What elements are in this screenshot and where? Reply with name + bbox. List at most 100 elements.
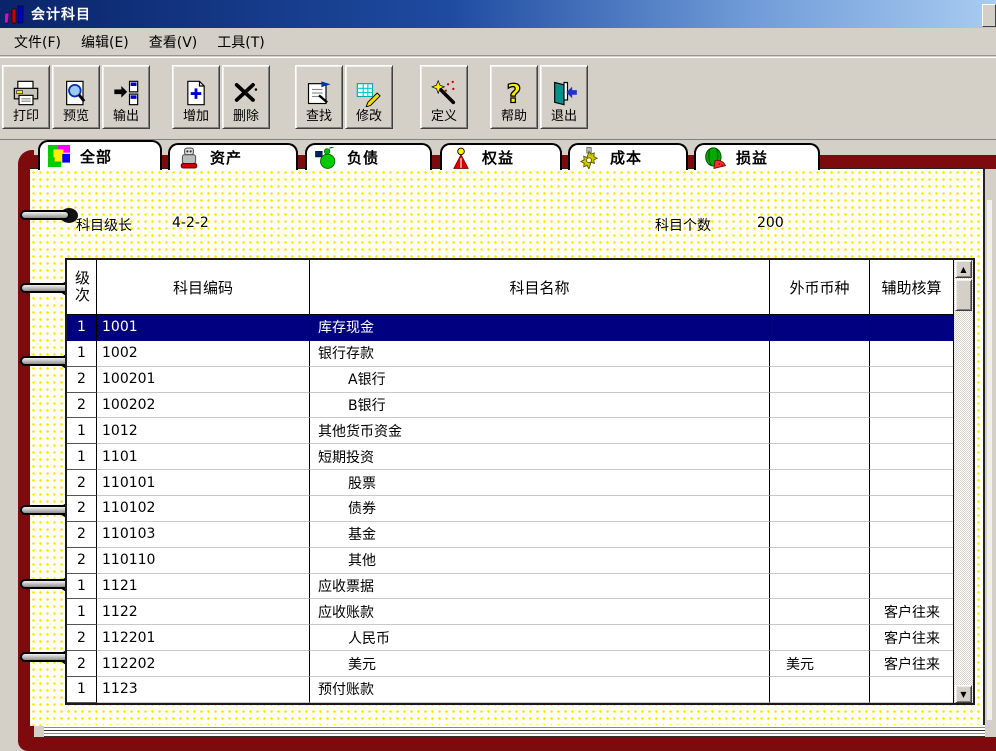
table-cell: 美元: [770, 651, 870, 678]
table-row[interactable]: 2 100202 B银行: [67, 392, 953, 419]
export-icon: [114, 81, 139, 106]
add-label: 增加: [182, 109, 209, 125]
table-cell: 应收账款: [310, 599, 770, 626]
title-bar: 会计科目: [0, 0, 996, 28]
table-row[interactable]: 2 112202 美元 美元 客户往来: [67, 651, 953, 678]
window-system-button-partial[interactable]: [982, 4, 996, 27]
table-row[interactable]: 2 112201 人民币 客户往来: [67, 625, 953, 652]
tab-liabilities[interactable]: 负债: [305, 143, 432, 170]
notebook-page-stack: [44, 725, 985, 737]
table-cell: 应收票据: [310, 573, 770, 600]
menu-view[interactable]: 查看(V): [139, 29, 208, 55]
table-row[interactable]: 1 1123 预付账款: [67, 677, 953, 703]
table-cell: [870, 574, 953, 600]
table-cell: 1121: [97, 573, 310, 600]
table-row[interactable]: 1 1121 应收票据: [67, 573, 953, 600]
table-cell: [770, 599, 870, 626]
table-cell: [770, 340, 870, 367]
table-cell: 1: [67, 340, 97, 367]
scroll-up-button[interactable]: ▲: [955, 260, 972, 278]
add-icon: [187, 81, 205, 106]
exit-button[interactable]: 退出: [540, 65, 588, 129]
table-cell: [870, 522, 953, 548]
preview-label: 预览: [62, 109, 89, 125]
table-body: 1 1001 库存现金 1 1002 银行存款 2 100201 A银行 2 100202 B银行 1 1…: [67, 315, 953, 703]
menu-edit[interactable]: 编辑(E): [71, 29, 139, 55]
tab-profit-loss-label: 损益: [736, 149, 769, 167]
table-cell: 1123: [97, 677, 310, 703]
find-label: 查找: [305, 109, 332, 125]
table-row[interactable]: 2 110103 基金: [67, 521, 953, 548]
column-header-level: 级次: [67, 260, 97, 314]
preview-icon: [66, 81, 86, 106]
tab-cost[interactable]: 成本: [568, 143, 688, 170]
preview-button[interactable]: 预览: [52, 65, 100, 129]
table-cell: 110103: [97, 521, 310, 548]
table-cell: 110101: [97, 470, 310, 497]
print-button[interactable]: 打印: [2, 65, 50, 129]
exit-label: 退出: [550, 109, 577, 125]
table-row[interactable]: 1 1101 短期投资: [67, 444, 953, 471]
table-row[interactable]: 2 110101 股票: [67, 470, 953, 497]
table-cell: 1002: [97, 340, 310, 367]
table-cell: 1: [67, 677, 97, 703]
robot-icon: [180, 147, 198, 168]
subject-level-value: 4-2-2: [172, 215, 209, 231]
table-cell: 客户往来: [870, 625, 953, 652]
menu-file[interactable]: 文件(F): [4, 29, 71, 55]
define-icon: [431, 80, 456, 105]
table-row[interactable]: 1 1122 应收账款 客户往来: [67, 599, 953, 626]
table-row[interactable]: 2 110102 债券: [67, 496, 953, 522]
table-row[interactable]: 1 1001 库存现金: [67, 315, 953, 341]
table-row[interactable]: 1 1012 其他货币资金: [67, 418, 953, 445]
app-chart-icon: [5, 5, 24, 24]
table-cell: 100202: [97, 392, 310, 419]
find-button[interactable]: 查找: [295, 65, 343, 129]
table-row[interactable]: 1 1002 银行存款: [67, 340, 953, 367]
table-cell: 1: [67, 573, 97, 600]
app-window: 会计科目 文件(F) 编辑(E) 查看(V) 工具(T) 打印 预览 输出 增加…: [0, 0, 996, 751]
tab-assets-label: 资产: [210, 149, 243, 167]
gear-icon: [579, 146, 599, 169]
scroll-down-button[interactable]: ▼: [955, 685, 972, 703]
tab-equity-label: 权益: [482, 149, 515, 167]
tab-all-label: 全部: [80, 147, 113, 166]
delete-button[interactable]: 删除: [222, 65, 270, 129]
table-cell: [770, 521, 870, 548]
watermelon-icon: [705, 146, 726, 169]
scrollbar-thumb[interactable]: [955, 279, 972, 311]
table-row[interactable]: 2 100201 A银行: [67, 366, 953, 393]
column-header-currency: 外币币种: [770, 260, 870, 314]
subjects-table: 级次 科目编码 科目名称 外币币种 辅助核算 1 1001 库存现金 1 1002 银行存…: [65, 258, 975, 705]
table-cell: 1: [67, 315, 97, 341]
add-button[interactable]: 增加: [172, 65, 220, 129]
menu-tools[interactable]: 工具(T): [207, 29, 274, 55]
tab-equity[interactable]: 权益: [440, 143, 562, 170]
table-header: 级次 科目编码 科目名称 外币币种 辅助核算: [67, 260, 953, 315]
table-row[interactable]: 2 110110 其他: [67, 547, 953, 574]
tab-profit-loss[interactable]: 损益: [694, 143, 820, 170]
table-cell: 人民币: [310, 625, 770, 652]
table-cell: 112201: [97, 625, 310, 652]
menu-bar: 文件(F) 编辑(E) 查看(V) 工具(T): [0, 28, 996, 56]
help-button[interactable]: ? 帮助: [490, 65, 538, 129]
vertical-scrollbar[interactable]: ▲ ▼: [953, 260, 973, 703]
table-cell: 银行存款: [310, 340, 770, 367]
modify-button[interactable]: 修改: [345, 65, 393, 129]
table-cell: 股票: [310, 470, 770, 497]
tab-assets[interactable]: 资产: [168, 143, 298, 170]
table-cell: 2: [67, 651, 97, 678]
tab-all[interactable]: 全部: [38, 140, 162, 170]
column-header-code: 科目编码: [97, 260, 310, 314]
notebook-page-edge: [987, 200, 992, 720]
green-figure-icon: [315, 146, 336, 169]
subject-level-label: 科目级长: [76, 218, 132, 234]
table-cell: [770, 573, 870, 600]
table-cell: 2: [67, 392, 97, 419]
export-button[interactable]: 输出: [102, 65, 150, 129]
table-cell: 基金: [310, 521, 770, 548]
table-cell: 112202: [97, 651, 310, 678]
table-cell: [770, 547, 870, 574]
define-button[interactable]: 定义: [420, 65, 468, 129]
toolbar: 打印 预览 输出 增加 删除 查找 修改 定义 ? 帮助 退出: [0, 57, 996, 140]
